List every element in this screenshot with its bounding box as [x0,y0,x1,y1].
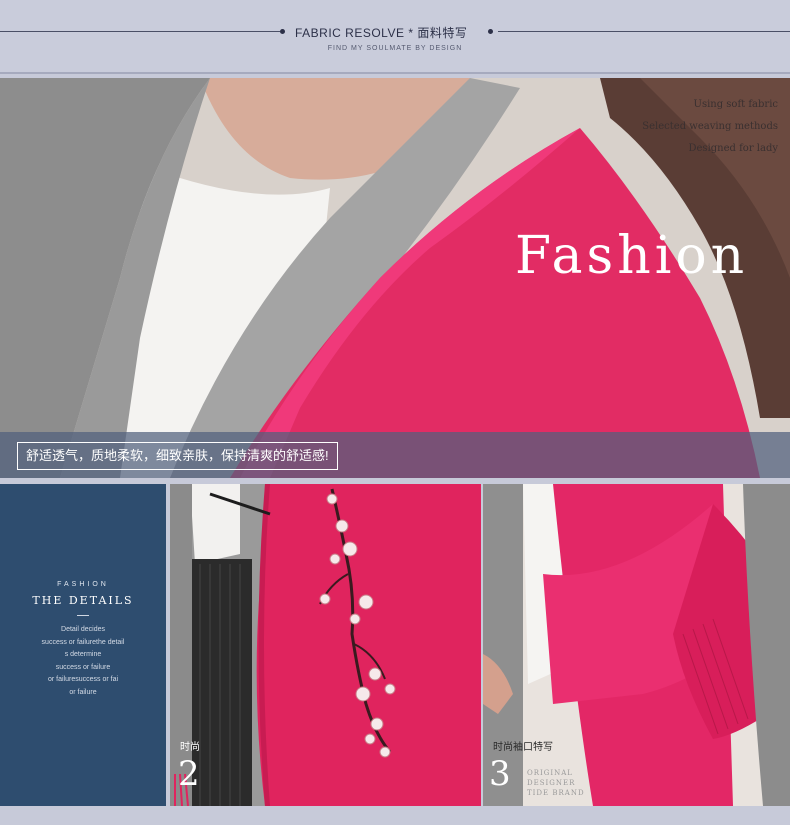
cuff-sub-line: TIDE BRAND [527,789,585,797]
header-divider [0,72,790,74]
header-rule-right [498,31,790,32]
embroidery-number: 2 [178,754,200,794]
hero-feature-line: Using soft fabric [693,99,778,110]
details-line: success or failure [55,663,111,671]
cuff-sub-line: ORIGINAL [527,769,573,777]
details-panel: FASHION THE DETAILS Detail decides succe… [0,484,166,806]
details-title: THE DETAILS [32,594,134,607]
cuff-sub-lines: ORIGINAL DESIGNER TIDE BRAND [527,768,585,798]
details-line: success or failurethe detail [41,638,125,646]
cuff-sub-line: DESIGNER [527,779,576,787]
header-dot-left [280,29,285,34]
header-title: FABRIC RESOLVE * 面料特写 [295,24,495,41]
hero-feature-line: Designed for lady [688,143,779,154]
hero-headline: Fashion [515,226,749,286]
details-line: Detail decides [61,626,105,633]
embroidery-illustration [170,484,481,806]
embroidery-label: 时尚 [180,742,200,753]
hero-caption: 舒适透气，质地柔软，细致亲肤，保持清爽的舒适感! [17,442,338,470]
embroidery-photo: 时尚 2 [170,484,481,806]
details-line: or failuresuccess or fai [47,676,119,683]
cuff-label: 时尚袖口特写 [493,742,553,753]
header-title-cn: 面料特写 [417,26,468,40]
hero-photo: Using soft fabric Selected weaving metho… [0,78,790,478]
header-title-separator: * [408,26,414,40]
hero-feature-line: Selected weaving methods [642,121,778,132]
section-header: FABRIC RESOLVE * 面料特写 FIND MY SOULMATE B… [0,0,790,74]
cuff-photo: 时尚袖口特写 3 ORIGINAL DESIGNER TIDE BRAND [483,484,790,806]
details-divider [77,615,89,616]
details-kicker: FASHION [57,581,109,588]
details-line: or failure [69,688,97,696]
header-title-en: FABRIC RESOLVE [295,26,405,40]
details-description: Detail decides success or failurethe det… [30,624,136,699]
cuff-illustration [483,484,790,806]
cuff-number: 3 [489,754,511,794]
details-line: s determine [64,651,102,658]
hero-feature-lines: Using soft fabric Selected weaving metho… [608,94,778,160]
header-dot-right [488,29,493,34]
page-footer-band [0,809,790,825]
header-rule-left [0,31,280,32]
header-subtitle: FIND MY SOULMATE BY DESIGN [327,45,463,52]
